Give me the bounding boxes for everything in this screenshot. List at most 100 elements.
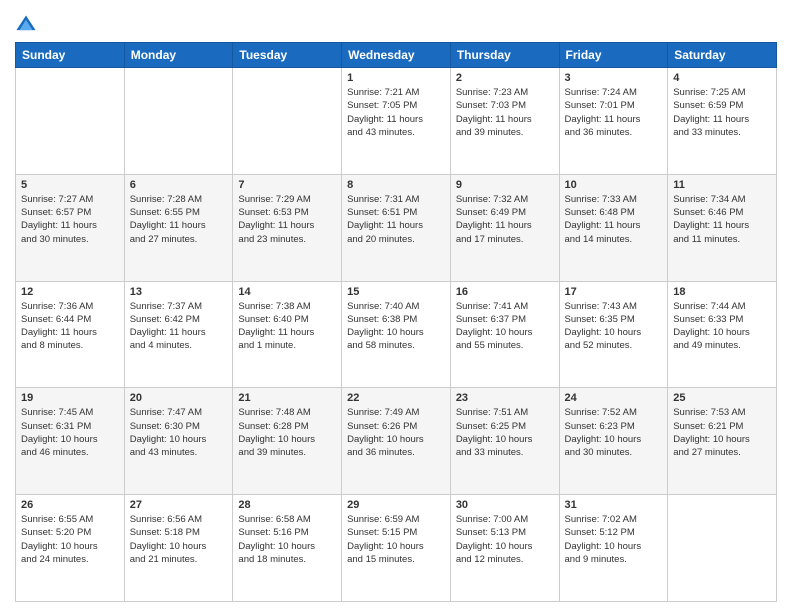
calendar-cell: 7 Sunrise: 7:29 AM Sunset: 6:53 PM Daylig… (233, 174, 342, 281)
day-header-wednesday: Wednesday (342, 43, 451, 68)
calendar-cell: 12Sunrise: 7:36 AM Sunset: 6:44 PM Dayli… (16, 281, 125, 388)
calendar-week-4: 19 Sunrise: 7:45 AM Sunset: 6:31 PM Dayli… (16, 388, 777, 495)
calendar-cell: 11 Sunrise: 7:34 AM Sunset: 6:46 PM Dayli… (668, 174, 777, 281)
calendar-cell: 16 Sunrise: 7:41 AM Sunset: 6:37 PM Dayli… (450, 281, 559, 388)
calendar-cell: 18 Sunrise: 7:44 AM Sunset: 6:33 PM Dayli… (668, 281, 777, 388)
day-number: 15 (347, 286, 445, 298)
calendar-cell: 4 Sunrise: 7:25 AM Sunset: 6:59 PM Daylig… (668, 68, 777, 175)
calendar-cell: 5 Sunrise: 7:27 AM Sunset: 6:57 PM Daylig… (16, 174, 125, 281)
day-header-friday: Friday (559, 43, 668, 68)
header (15, 10, 777, 36)
day-number: 11 (673, 179, 771, 191)
day-info: Sunrise: 7:21 AM Sunset: 7:05 PM Dayligh… (347, 86, 445, 139)
day-info: Sunrise: 7:48 AM Sunset: 6:28 PM Dayligh… (238, 406, 336, 459)
day-header-thursday: Thursday (450, 43, 559, 68)
calendar-cell (668, 495, 777, 602)
day-info: Sunrise: 7:43 AM Sunset: 6:35 PM Dayligh… (565, 300, 663, 353)
day-number: 5 (21, 179, 119, 191)
calendar-cell: 29 Sunrise: 6:59 AM Sunset: 5:15 PM Dayli… (342, 495, 451, 602)
calendar-cell: 9Sunrise: 7:32 AM Sunset: 6:49 PM Daylig… (450, 174, 559, 281)
day-info: Sunrise: 6:59 AM Sunset: 5:15 PM Dayligh… (347, 513, 445, 566)
calendar-cell: 28 Sunrise: 6:58 AM Sunset: 5:16 PM Dayli… (233, 495, 342, 602)
day-number: 14 (238, 286, 336, 298)
calendar-cell: 17 Sunrise: 7:43 AM Sunset: 6:35 PM Dayli… (559, 281, 668, 388)
calendar-cell: 20 Sunrise: 7:47 AM Sunset: 6:30 PM Dayli… (124, 388, 233, 495)
day-number: 22 (347, 392, 445, 404)
calendar-cell: 6 Sunrise: 7:28 AM Sunset: 6:55 PM Daylig… (124, 174, 233, 281)
day-header-tuesday: Tuesday (233, 43, 342, 68)
day-info: Sunrise: 7:51 AM Sunset: 6:25 PM Dayligh… (456, 406, 554, 459)
calendar-cell: 24Sunrise: 7:52 AM Sunset: 6:23 PM Dayli… (559, 388, 668, 495)
logo (15, 14, 41, 36)
calendar-cell: 14 Sunrise: 7:38 AM Sunset: 6:40 PM Dayli… (233, 281, 342, 388)
day-info: Sunrise: 6:56 AM Sunset: 5:18 PM Dayligh… (130, 513, 228, 566)
day-number: 12 (21, 286, 119, 298)
day-info: Sunrise: 7:02 AM Sunset: 5:12 PM Dayligh… (565, 513, 663, 566)
day-info: Sunrise: 7:28 AM Sunset: 6:55 PM Dayligh… (130, 193, 228, 246)
day-number: 8 (347, 179, 445, 191)
page: SundayMondayTuesdayWednesdayThursdayFrid… (0, 0, 792, 612)
day-info: Sunrise: 6:55 AM Sunset: 5:20 PM Dayligh… (21, 513, 119, 566)
day-number: 3 (565, 72, 663, 84)
day-number: 1 (347, 72, 445, 84)
day-number: 6 (130, 179, 228, 191)
calendar-cell: 21 Sunrise: 7:48 AM Sunset: 6:28 PM Dayli… (233, 388, 342, 495)
calendar-cell: 15Sunrise: 7:40 AM Sunset: 6:38 PM Dayli… (342, 281, 451, 388)
day-info: Sunrise: 7:25 AM Sunset: 6:59 PM Dayligh… (673, 86, 771, 139)
calendar-cell: 22Sunrise: 7:49 AM Sunset: 6:26 PM Dayli… (342, 388, 451, 495)
calendar-cell: 30 Sunrise: 7:00 AM Sunset: 5:13 PM Dayli… (450, 495, 559, 602)
day-info: Sunrise: 7:53 AM Sunset: 6:21 PM Dayligh… (673, 406, 771, 459)
calendar-cell: 3 Sunrise: 7:24 AM Sunset: 7:01 PM Daylig… (559, 68, 668, 175)
day-header-saturday: Saturday (668, 43, 777, 68)
day-number: 7 (238, 179, 336, 191)
day-info: Sunrise: 7:41 AM Sunset: 6:37 PM Dayligh… (456, 300, 554, 353)
calendar-week-2: 5 Sunrise: 7:27 AM Sunset: 6:57 PM Daylig… (16, 174, 777, 281)
day-header-sunday: Sunday (16, 43, 125, 68)
calendar-cell (16, 68, 125, 175)
calendar-cell (124, 68, 233, 175)
day-info: Sunrise: 7:37 AM Sunset: 6:42 PM Dayligh… (130, 300, 228, 353)
day-info: Sunrise: 7:27 AM Sunset: 6:57 PM Dayligh… (21, 193, 119, 246)
day-info: Sunrise: 7:45 AM Sunset: 6:31 PM Dayligh… (21, 406, 119, 459)
day-number: 29 (347, 499, 445, 511)
day-header-monday: Monday (124, 43, 233, 68)
calendar: SundayMondayTuesdayWednesdayThursdayFrid… (15, 42, 777, 602)
calendar-cell: 1 Sunrise: 7:21 AM Sunset: 7:05 PM Daylig… (342, 68, 451, 175)
day-number: 28 (238, 499, 336, 511)
day-info: Sunrise: 7:34 AM Sunset: 6:46 PM Dayligh… (673, 193, 771, 246)
day-info: Sunrise: 7:00 AM Sunset: 5:13 PM Dayligh… (456, 513, 554, 566)
day-number: 2 (456, 72, 554, 84)
calendar-week-3: 12Sunrise: 7:36 AM Sunset: 6:44 PM Dayli… (16, 281, 777, 388)
day-number: 31 (565, 499, 663, 511)
day-info: Sunrise: 7:29 AM Sunset: 6:53 PM Dayligh… (238, 193, 336, 246)
calendar-cell: 27Sunrise: 6:56 AM Sunset: 5:18 PM Dayli… (124, 495, 233, 602)
day-number: 10 (565, 179, 663, 191)
day-info: Sunrise: 7:31 AM Sunset: 6:51 PM Dayligh… (347, 193, 445, 246)
calendar-cell: 19 Sunrise: 7:45 AM Sunset: 6:31 PM Dayli… (16, 388, 125, 495)
day-number: 20 (130, 392, 228, 404)
day-number: 4 (673, 72, 771, 84)
day-number: 18 (673, 286, 771, 298)
day-number: 19 (21, 392, 119, 404)
calendar-week-5: 26Sunrise: 6:55 AM Sunset: 5:20 PM Dayli… (16, 495, 777, 602)
day-number: 16 (456, 286, 554, 298)
calendar-cell: 10Sunrise: 7:33 AM Sunset: 6:48 PM Dayli… (559, 174, 668, 281)
day-number: 25 (673, 392, 771, 404)
calendar-header-row: SundayMondayTuesdayWednesdayThursdayFrid… (16, 43, 777, 68)
day-info: Sunrise: 7:24 AM Sunset: 7:01 PM Dayligh… (565, 86, 663, 139)
day-info: Sunrise: 7:52 AM Sunset: 6:23 PM Dayligh… (565, 406, 663, 459)
day-info: Sunrise: 7:23 AM Sunset: 7:03 PM Dayligh… (456, 86, 554, 139)
day-number: 30 (456, 499, 554, 511)
day-info: Sunrise: 7:38 AM Sunset: 6:40 PM Dayligh… (238, 300, 336, 353)
day-number: 17 (565, 286, 663, 298)
day-info: Sunrise: 7:44 AM Sunset: 6:33 PM Dayligh… (673, 300, 771, 353)
day-info: Sunrise: 7:47 AM Sunset: 6:30 PM Dayligh… (130, 406, 228, 459)
calendar-cell: 26Sunrise: 6:55 AM Sunset: 5:20 PM Dayli… (16, 495, 125, 602)
calendar-cell: 8 Sunrise: 7:31 AM Sunset: 6:51 PM Daylig… (342, 174, 451, 281)
calendar-cell: 2 Sunrise: 7:23 AM Sunset: 7:03 PM Daylig… (450, 68, 559, 175)
calendar-cell: 25 Sunrise: 7:53 AM Sunset: 6:21 PM Dayli… (668, 388, 777, 495)
day-number: 13 (130, 286, 228, 298)
day-number: 21 (238, 392, 336, 404)
day-info: Sunrise: 6:58 AM Sunset: 5:16 PM Dayligh… (238, 513, 336, 566)
calendar-cell: 23Sunrise: 7:51 AM Sunset: 6:25 PM Dayli… (450, 388, 559, 495)
